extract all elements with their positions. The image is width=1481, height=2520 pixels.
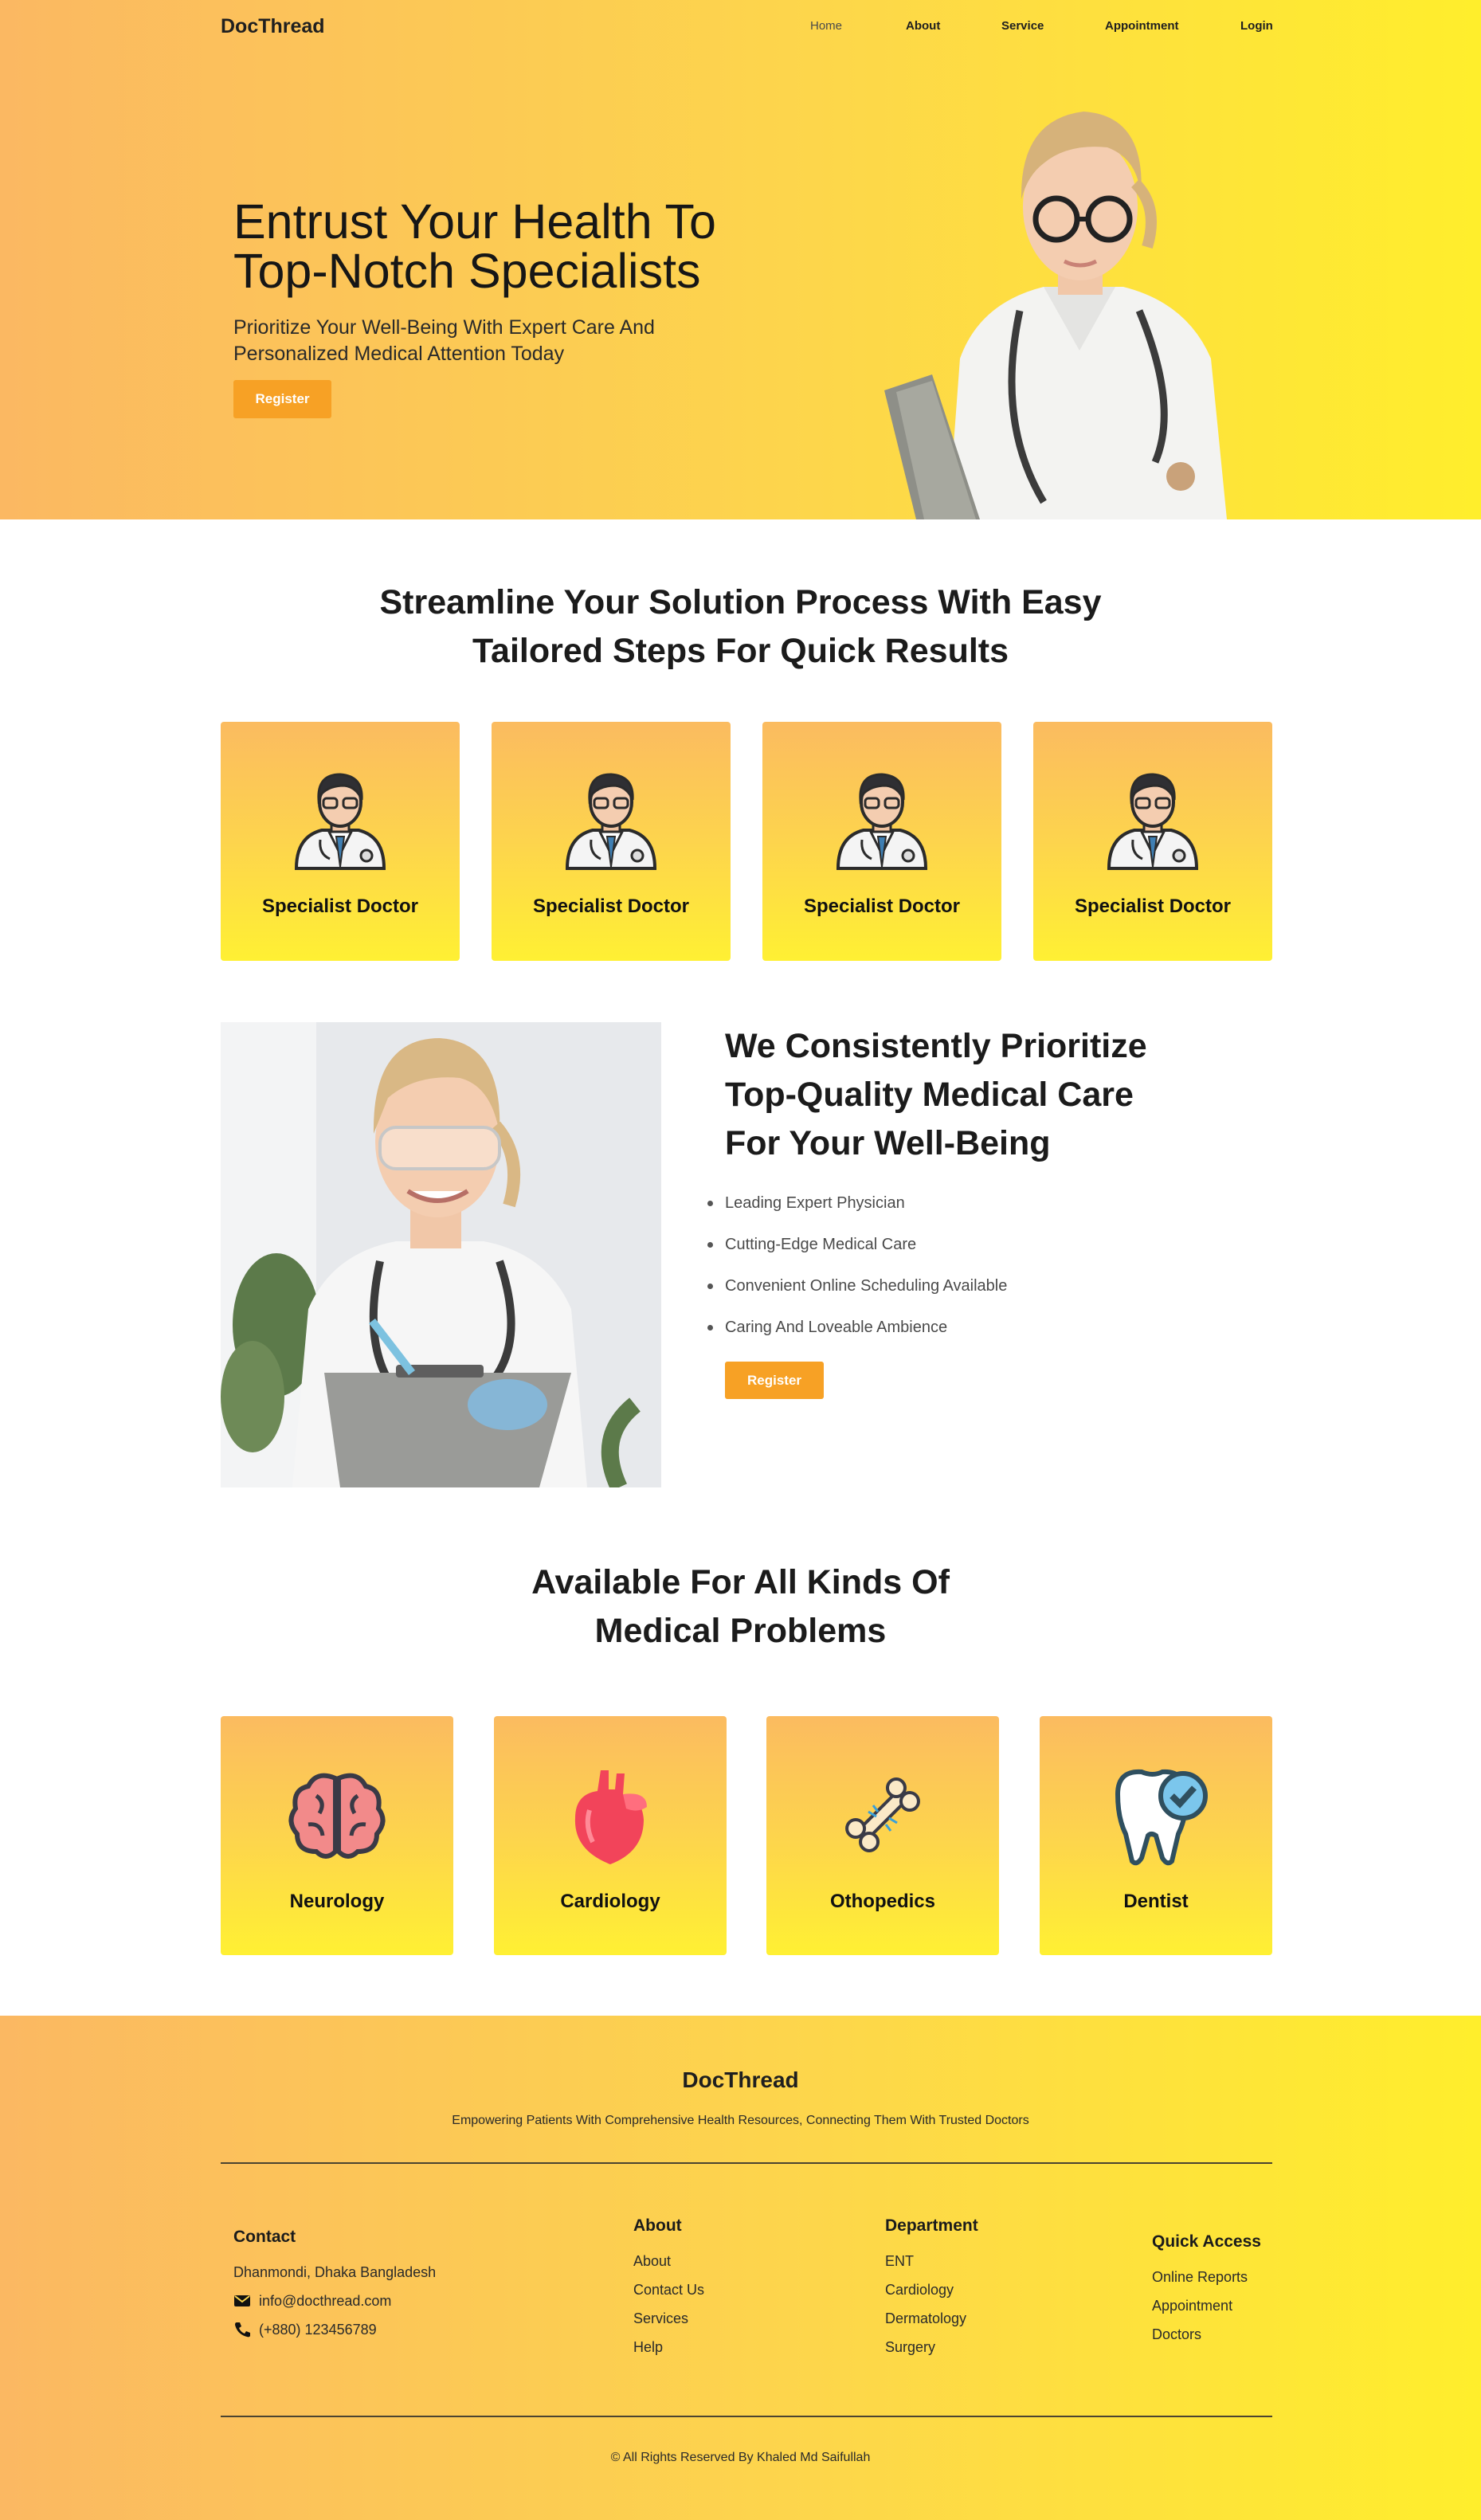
bullet-icon	[707, 1201, 713, 1206]
hero-doctor-image	[884, 112, 1227, 519]
about-title-line: For Your Well-Being	[725, 1124, 1051, 1162]
list-item: Convenient Online Scheduling Available	[707, 1272, 1007, 1313]
list-item-text: Leading Expert Physician	[725, 1194, 905, 1212]
nav-about-link[interactable]: About	[906, 19, 940, 33]
footer-link[interactable]: Doctors	[1152, 2320, 1261, 2349]
step-card[interactable]: Specialist Doctor	[221, 722, 460, 961]
doctor-avatar-icon	[836, 773, 928, 870]
doctor-avatar-icon	[1107, 773, 1199, 870]
specialties-title-line: Available For All Kinds Of	[531, 1563, 950, 1601]
list-item: Leading Expert Physician	[707, 1189, 1007, 1230]
brand-logo[interactable]: DocThread	[221, 15, 325, 38]
specialty-card-label: Dentist	[1123, 1891, 1189, 1912]
footer-copyright: © All Rights Reserved By Khaled Md Saifu…	[610, 2451, 871, 2464]
specialty-card-cardiology[interactable]: Cardiology	[494, 1716, 727, 1955]
steps-title-line: Tailored Steps For Quick Results	[472, 632, 1009, 670]
step-card-label: Specialist Doctor	[261, 896, 419, 917]
footer-email[interactable]: info@docthread.com	[233, 2287, 436, 2315]
nav-appointment-link[interactable]: Appointment	[1105, 19, 1178, 33]
hero-title: Entrust Your Health To Top-Notch Special…	[233, 197, 839, 296]
bullet-icon	[707, 1325, 713, 1331]
specialty-card-orthopedics[interactable]: Othopedics	[766, 1716, 999, 1955]
footer-quick-heading: Quick Access	[1152, 2232, 1261, 2251]
hero-title-line: Top-Notch Specialists	[233, 244, 701, 298]
bone-icon	[845, 1777, 920, 1852]
hero-register-button[interactable]: Register	[233, 380, 331, 418]
doctor-avatar-icon	[294, 773, 386, 870]
footer: DocThread Empowering Patients With Compr…	[0, 2016, 1481, 2520]
steps-title: Streamline Your Solution Process With Ea…	[0, 578, 1481, 676]
footer-link[interactable]: Online Reports	[1152, 2263, 1261, 2291]
footer-link[interactable]: Contact Us	[633, 2275, 704, 2304]
phone-icon	[235, 2322, 250, 2338]
step-card[interactable]: Specialist Doctor	[1033, 722, 1272, 961]
phone-text: (+880) 123456789	[259, 2322, 377, 2338]
doctor-avatar-icon	[565, 773, 657, 870]
footer-link[interactable]: Cardiology	[885, 2275, 978, 2304]
footer-department-heading: Department	[885, 2216, 978, 2235]
hero-subtitle-line: Prioritize Your Well-Being With Expert C…	[233, 316, 655, 339]
footer-link[interactable]: Services	[633, 2304, 704, 2333]
specialty-card-neurology[interactable]: Neurology	[221, 1716, 453, 1955]
step-card-label: Specialist Doctor	[803, 896, 961, 917]
hero-subtitle: Prioritize Your Well-Being With Expert C…	[233, 315, 727, 367]
about-register-button[interactable]: Register	[725, 1362, 824, 1399]
bullet-icon	[707, 1284, 713, 1289]
footer-divider	[221, 2416, 1272, 2417]
specialties-title: Available For All Kinds Of Medical Probl…	[0, 1558, 1481, 1656]
footer-link[interactable]: About	[633, 2247, 704, 2275]
footer-link[interactable]: Appointment	[1152, 2291, 1261, 2320]
list-item-text: Convenient Online Scheduling Available	[725, 1277, 1008, 1295]
footer-about-heading: About	[633, 2216, 682, 2235]
nav-home-link[interactable]: Home	[810, 19, 842, 33]
footer-contact-heading: Contact	[233, 2228, 296, 2246]
footer-link[interactable]: Help	[633, 2333, 704, 2361]
step-card-label: Specialist Doctor	[1074, 896, 1232, 917]
nav-service-link[interactable]: Service	[1001, 19, 1044, 33]
footer-link[interactable]: ENT	[885, 2247, 978, 2275]
list-item: Cutting-Edge Medical Care	[707, 1230, 1007, 1272]
list-item-text: Caring And Loveable Ambience	[725, 1319, 948, 1336]
about-feature-list: Leading Expert Physician Cutting-Edge Me…	[707, 1189, 1007, 1354]
footer-contact-column: Contact Dhanmondi, Dhaka Bangladesh info…	[233, 2228, 436, 2344]
brain-icon	[288, 1773, 386, 1859]
email-text: info@docthread.com	[259, 2293, 392, 2309]
footer-divider	[221, 2162, 1272, 2164]
step-card-label: Specialist Doctor	[532, 896, 690, 917]
about-title-line: Top-Quality Medical Care	[725, 1076, 1134, 1114]
footer-department-column: Department ENT Cardiology Dermatology Su…	[885, 2216, 978, 2361]
hero-section: DocThread Home About Service Appointment…	[0, 0, 1481, 519]
specialty-card-label: Cardiology	[560, 1891, 660, 1912]
list-item: Caring And Loveable Ambience	[707, 1313, 1007, 1354]
footer-tagline: Empowering Patients With Comprehensive H…	[452, 2114, 1029, 2127]
bullet-icon	[707, 1242, 713, 1248]
specialty-card-dentist[interactable]: Dentist	[1040, 1716, 1272, 1955]
about-title: We Consistently Prioritize Top-Quality M…	[725, 1022, 1203, 1168]
hero-subtitle-line: Personalized Medical Attention Today	[233, 343, 565, 365]
specialties-title-line: Medical Problems	[594, 1612, 887, 1650]
about-title-line: We Consistently Prioritize	[725, 1027, 1147, 1065]
step-card[interactable]: Specialist Doctor	[492, 722, 731, 961]
mail-icon	[234, 2295, 250, 2306]
footer-link[interactable]: Surgery	[885, 2333, 978, 2361]
heart-icon	[574, 1770, 647, 1864]
footer-about-column: About About Contact Us Services Help	[633, 2216, 704, 2361]
footer-quick-access-column: Quick Access Online Reports Appointment …	[1152, 2232, 1261, 2349]
address-text: Dhanmondi, Dhaka Bangladesh	[233, 2264, 437, 2280]
nav-login-link[interactable]: Login	[1240, 19, 1273, 33]
footer-phone[interactable]: (+880) 123456789	[233, 2315, 436, 2344]
step-card[interactable]: Specialist Doctor	[762, 722, 1001, 961]
specialty-card-label: Othopedics	[829, 1891, 935, 1912]
list-item-text: Cutting-Edge Medical Care	[725, 1236, 917, 1253]
steps-title-line: Streamline Your Solution Process With Ea…	[379, 583, 1102, 621]
footer-brand: DocThread	[682, 2067, 799, 2092]
footer-link[interactable]: Dermatology	[885, 2304, 978, 2333]
hero-title-line: Entrust Your Health To	[233, 194, 716, 249]
specialty-card-label: Neurology	[289, 1891, 385, 1912]
footer-address: Dhanmondi, Dhaka Bangladesh	[233, 2258, 436, 2287]
tooth-icon	[1115, 1769, 1208, 1866]
about-doctor-image	[221, 1022, 661, 1487]
